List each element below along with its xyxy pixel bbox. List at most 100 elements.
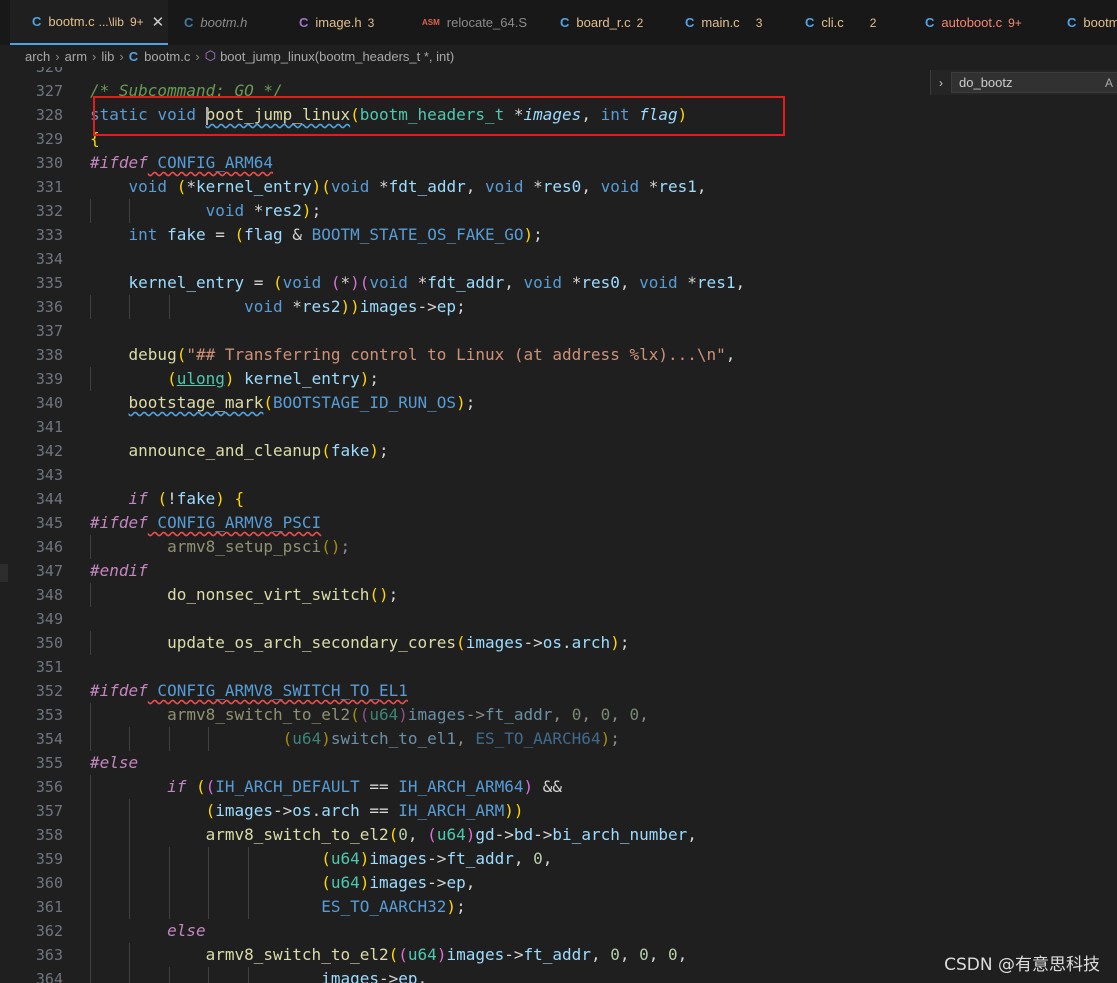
tab-label: autoboot.c [941, 15, 1003, 30]
code-text: int fake = (flag & BOOTM_STATE_OS_FAKE_G… [128, 225, 543, 244]
code-line[interactable]: 357 (images->os.arch == IH_ARCH_ARM)) [0, 799, 1117, 823]
code-line[interactable]: 337 [0, 319, 1117, 343]
code-line[interactable]: 354 (u64)switch_to_el1, ES_TO_AARCH64); [0, 727, 1117, 751]
tab-problem-count: 3 [755, 15, 763, 30]
line-number: 331 [35, 178, 63, 196]
code-line[interactable]: 345 #ifdef CONFIG_ARMV8_PSCI [0, 511, 1117, 535]
find-input-value: do_bootz [959, 75, 1013, 90]
code-line[interactable]: 331 void (*kernel_entry)(void *fdt_addr,… [0, 175, 1117, 199]
line-number: 349 [35, 610, 63, 628]
code-line[interactable]: 341 [0, 415, 1117, 439]
line-number: 352 [35, 682, 63, 700]
code-text: images->ep, [321, 969, 428, 983]
code-line[interactable]: 334 [0, 247, 1117, 271]
tab-board-r-c[interactable]: C board_r.c 2 [538, 0, 663, 45]
tab-relocate-64-s[interactable]: ASM relocate_64.S [400, 0, 540, 45]
code-text: ES_TO_AARCH32); [321, 897, 466, 916]
chevron-right-icon: › [55, 48, 60, 64]
line-number: 361 [35, 898, 63, 916]
tab-main-c[interactable]: C main.c 3 [663, 0, 783, 45]
code-line[interactable]: 347 #endif [0, 559, 1117, 583]
text-cursor [206, 107, 208, 125]
tab-image-h[interactable]: C image.h 3 [277, 0, 405, 45]
code-line[interactable]: 338 debug("## Transferring control to Li… [0, 343, 1117, 367]
code-line[interactable]: 340 bootstage_mark(BOOTSTAGE_ID_RUN_OS); [0, 391, 1117, 415]
code-line[interactable]: 353 armv8_switch_to_el2((u64)images->ft_… [0, 703, 1117, 727]
code-line[interactable]: 329 { [0, 127, 1117, 151]
code-line[interactable]: 360 (u64)images->ep, [0, 871, 1117, 895]
chevron-right-icon: › [119, 48, 124, 64]
tab-label: relocate_64.S [446, 15, 528, 30]
code-text: armv8_switch_to_el2(0, (u64)gd->bd->bi_a… [205, 825, 697, 844]
breadcrumb-symbol[interactable]: boot_jump_linux(bootm_headers_t *, int) [220, 49, 454, 64]
tab-bootm-c[interactable]: C bootm.c ...\lib 9+ ✕ [10, 0, 168, 45]
code-line[interactable]: 351 [0, 655, 1117, 679]
tab-problem-count: 2 [636, 15, 644, 30]
find-input[interactable]: do_bootz A [951, 72, 1117, 93]
tab-bootm-h[interactable]: C bootm.h [162, 0, 282, 45]
tab-detail: ...\lib [98, 14, 124, 29]
code-line[interactable]: 350 update_os_arch_secondary_cores(image… [0, 631, 1117, 655]
line-number: 346 [35, 538, 63, 556]
code-text: armv8_switch_to_el2((u64)images->ft_addr… [205, 945, 688, 964]
code-line[interactable]: 346 armv8_setup_psci(); [0, 535, 1117, 559]
code-line[interactable]: 330 #ifdef CONFIG_ARM64 [0, 151, 1117, 175]
breadcrumb-file[interactable]: bootm.c [144, 49, 190, 64]
tab-cli-c[interactable]: C cli.c 2 [783, 0, 903, 45]
line-number: 360 [35, 874, 63, 892]
line-number: 351 [35, 658, 63, 676]
code-text: (u64)switch_to_el1, ES_TO_AARCH64); [282, 729, 620, 748]
breadcrumb-item[interactable]: lib [101, 49, 114, 64]
code-line[interactable]: 342 announce_and_cleanup(fake); [0, 439, 1117, 463]
code-line[interactable]: 335 kernel_entry = (void (*)(void *fdt_a… [0, 271, 1117, 295]
tab-label: main.c [701, 15, 740, 30]
code-text: #ifdef CONFIG_ARM64 [90, 153, 274, 172]
line-number: 358 [35, 826, 63, 844]
tab-label: bootm [1083, 15, 1117, 30]
code-line[interactable]: 356 if ((IH_ARCH_DEFAULT == IH_ARCH_ARM6… [0, 775, 1117, 799]
code-line[interactable]: 333 int fake = (flag & BOOTM_STATE_OS_FA… [0, 223, 1117, 247]
c-file-icon: C [560, 15, 570, 30]
tab-bootm-truncated[interactable]: C bootm [1045, 0, 1117, 45]
code-line[interactable]: 361 ES_TO_AARCH32); [0, 895, 1117, 919]
line-number: 329 [35, 130, 63, 148]
code-line[interactable]: 355 #else [0, 751, 1117, 775]
line-number: 343 [35, 466, 63, 484]
tab-problem-count: 2 [869, 15, 877, 30]
code-line[interactable]: 339 (ulong) kernel_entry); [0, 367, 1117, 391]
code-line[interactable]: 358 armv8_switch_to_el2(0, (u64)gd->bd->… [0, 823, 1117, 847]
code-line[interactable]: 362 else [0, 919, 1117, 943]
chevron-right-icon[interactable]: › [931, 76, 951, 90]
code-line[interactable]: 328 static void boot_jump_linux(bootm_hea… [0, 103, 1117, 127]
line-number: 356 [35, 778, 63, 796]
code-text: #ifdef CONFIG_ARMV8_SWITCH_TO_EL1 [90, 681, 408, 700]
code-line[interactable]: 343 [0, 463, 1117, 487]
code-text: (u64)images->ft_addr, 0, [321, 849, 553, 868]
code-text: #else [90, 753, 139, 772]
line-number: 350 [35, 634, 63, 652]
code-text: announce_and_cleanup(fake); [128, 441, 389, 460]
tab-label: image.h [315, 15, 362, 30]
line-number: 337 [35, 322, 63, 340]
tab-autoboot-c[interactable]: C autoboot.c 9+ [903, 0, 1045, 45]
code-text: { [90, 129, 100, 148]
code-line[interactable]: 352 #ifdef CONFIG_ARMV8_SWITCH_TO_EL1 [0, 679, 1117, 703]
line-number: 327 [35, 82, 63, 100]
code-line[interactable]: 344 if (!fake) { [0, 487, 1117, 511]
code-text: void *res2))images->ep; [244, 297, 466, 316]
code-editor[interactable]: 326 327 /* Subcommand: GO */ 328 static void… [0, 67, 1117, 983]
line-number: 326 [35, 67, 63, 76]
watermark: CSDN @有意思科技 [944, 955, 1100, 975]
code-line[interactable]: 332 void *res2); [0, 199, 1117, 223]
breadcrumb-item[interactable]: arm [65, 49, 87, 64]
c-header-icon: C [299, 15, 309, 30]
tab-problem-count: 9+ [129, 14, 144, 29]
match-case-option[interactable]: A [1105, 76, 1117, 90]
code-line[interactable]: 359 (u64)images->ft_addr, 0, [0, 847, 1117, 871]
code-line[interactable]: 349 [0, 607, 1117, 631]
breadcrumb-item[interactable]: arch [25, 49, 50, 64]
code-line[interactable]: 336 void *res2))images->ep; [0, 295, 1117, 319]
code-text: debug("## Transferring control to Linux … [128, 345, 736, 364]
code-line[interactable]: 348 do_nonsec_virt_switch(); [0, 583, 1117, 607]
code-text: (u64)images->ep, [321, 873, 476, 892]
